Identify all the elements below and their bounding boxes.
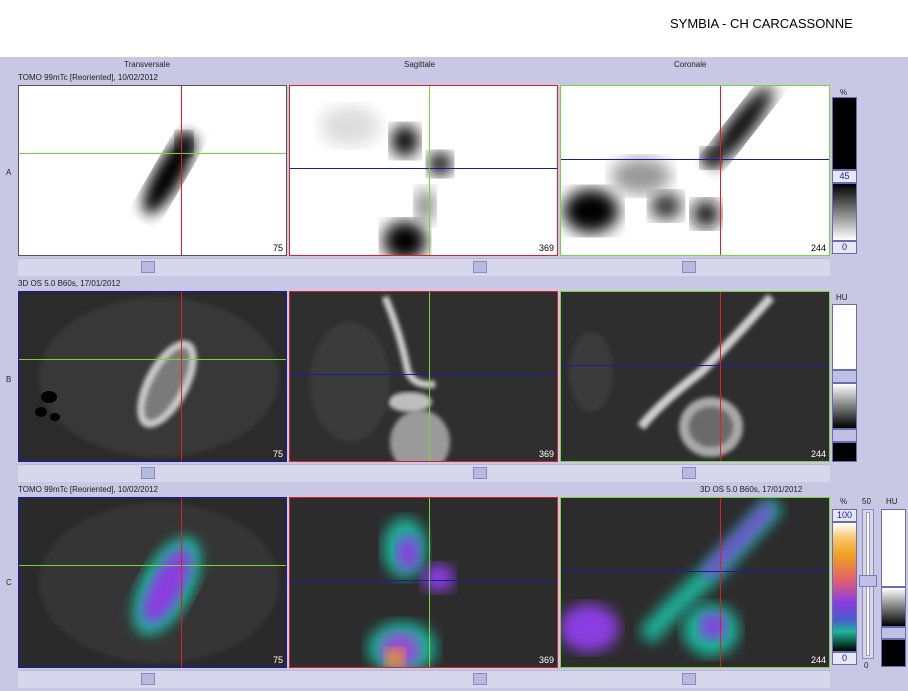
fusion-coronal-image bbox=[561, 498, 784, 656]
scale-a-unit: % bbox=[840, 88, 848, 97]
crosshair-vertical[interactable] bbox=[720, 86, 721, 255]
slice-slider-thumb[interactable] bbox=[682, 261, 696, 273]
scale-a-upper-bar[interactable] bbox=[832, 97, 857, 170]
slice-number: 369 bbox=[538, 449, 554, 459]
crosshair-vertical[interactable] bbox=[429, 86, 430, 255]
slice-slider-thumb[interactable] bbox=[473, 673, 487, 685]
slice-number: 244 bbox=[810, 243, 826, 253]
slice-number: 369 bbox=[538, 243, 554, 253]
row-b-scroll-strip[interactable] bbox=[18, 464, 830, 482]
view-b-coronale[interactable]: 244 bbox=[560, 291, 830, 462]
view-b-transversale[interactable]: 75 bbox=[18, 291, 287, 462]
blend-value: 50 bbox=[862, 497, 871, 506]
nm-transversal-image bbox=[143, 132, 195, 215]
slice-number: 244 bbox=[810, 449, 826, 459]
slice-slider-thumb[interactable] bbox=[682, 467, 696, 479]
row-a-scroll-strip[interactable] bbox=[18, 258, 830, 276]
slice-number: 75 bbox=[272, 449, 283, 459]
column-title-sagittale: Sagittale bbox=[404, 60, 436, 69]
slice-slider-thumb[interactable] bbox=[141, 673, 155, 685]
scale-c-hu-upper-bar[interactable] bbox=[881, 509, 906, 587]
scale-c-bottom-value[interactable]: 0 bbox=[832, 652, 857, 665]
row-b-series-label: 3D OS 5.0 B60s, 17/01/2012 bbox=[18, 279, 121, 288]
column-title-transversale: Transversale bbox=[124, 60, 170, 69]
scale-c-hu-gradient bbox=[881, 587, 906, 627]
crosshair-horizontal[interactable] bbox=[561, 571, 829, 572]
crosshair-horizontal[interactable] bbox=[290, 580, 557, 581]
crosshair-vertical[interactable] bbox=[181, 86, 182, 255]
crosshair-horizontal[interactable] bbox=[290, 168, 557, 169]
blend-min-value: 0 bbox=[864, 661, 869, 670]
nm-coronal-image bbox=[563, 86, 774, 233]
view-c-sagittale[interactable]: 369 bbox=[289, 497, 558, 668]
scale-a-gradient bbox=[832, 183, 857, 241]
report-header: SYMBIA - CH CARCASSONNE bbox=[0, 0, 908, 57]
view-a-transversale[interactable]: 75 bbox=[18, 85, 287, 256]
crosshair-vertical[interactable] bbox=[429, 292, 430, 461]
scale-b-lower-bar[interactable] bbox=[832, 442, 857, 462]
scale-a-top-value[interactable]: 45 bbox=[832, 170, 857, 183]
ct-sagittal-image bbox=[310, 295, 450, 461]
scale-b-upper-handle[interactable] bbox=[832, 370, 857, 383]
scale-c-unit: % bbox=[840, 497, 848, 506]
row-a-series-label: TOMO 99mTc [Reoriented], 10/02/2012 bbox=[18, 73, 158, 82]
scale-c-hu-lower-bar[interactable] bbox=[881, 639, 906, 667]
scale-b-upper-bar[interactable] bbox=[832, 304, 857, 370]
row-c-series-label: TOMO 99mTc [Reoriented], 10/02/2012 bbox=[18, 485, 158, 494]
view-a-sagittale[interactable]: 369 bbox=[289, 85, 558, 256]
crosshair-horizontal[interactable] bbox=[290, 374, 557, 375]
crosshair-horizontal[interactable] bbox=[19, 153, 286, 154]
crosshair-horizontal[interactable] bbox=[19, 359, 286, 360]
slice-number: 369 bbox=[538, 655, 554, 665]
crosshair-vertical[interactable] bbox=[181, 292, 182, 461]
scale-c-gradient bbox=[832, 522, 857, 652]
scale-b-lower-handle[interactable] bbox=[832, 429, 857, 442]
fusion-sagittal-image bbox=[368, 518, 454, 667]
view-b-sagittale[interactable]: 369 bbox=[289, 291, 558, 462]
scale-c-hu-unit: HU bbox=[886, 497, 898, 506]
crosshair-horizontal[interactable] bbox=[19, 565, 286, 566]
slice-number: 75 bbox=[272, 243, 283, 253]
slice-number: 75 bbox=[272, 655, 283, 665]
site-title: SYMBIA - CH CARCASSONNE bbox=[670, 16, 853, 31]
crosshair-vertical[interactable] bbox=[181, 498, 182, 667]
row-a-letter: A bbox=[6, 168, 12, 177]
scale-b-unit: HU bbox=[836, 293, 848, 302]
crosshair-vertical[interactable] bbox=[720, 498, 721, 667]
ct-coronal-image bbox=[569, 294, 775, 457]
scale-a-bottom-value[interactable]: 0 bbox=[832, 241, 857, 254]
scale-c-top-value[interactable]: 100 bbox=[832, 509, 857, 522]
crosshair-vertical[interactable] bbox=[720, 292, 721, 461]
column-title-coronale: Coronale bbox=[674, 60, 707, 69]
crosshair-vertical[interactable] bbox=[429, 498, 430, 667]
view-c-coronale[interactable]: 244 bbox=[560, 497, 830, 668]
slice-number: 244 bbox=[810, 655, 826, 665]
scale-c-hu-handle[interactable] bbox=[881, 627, 906, 639]
slice-slider-thumb[interactable] bbox=[141, 467, 155, 479]
view-a-coronale[interactable]: 244 bbox=[560, 85, 830, 256]
slice-slider-thumb[interactable] bbox=[141, 261, 155, 273]
row-c-series-label-right: 3D OS 5.0 B60s, 17/01/2012 bbox=[700, 485, 803, 494]
ct-transversal-image bbox=[35, 297, 279, 457]
view-c-transversale[interactable]: 75 bbox=[18, 497, 287, 668]
nm-sagittal-image bbox=[320, 106, 452, 255]
fusion-transversal-image bbox=[39, 503, 279, 663]
blend-slider-thumb[interactable] bbox=[859, 575, 877, 587]
crosshair-horizontal[interactable] bbox=[561, 365, 829, 366]
row-b-letter: B bbox=[6, 375, 12, 384]
slice-slider-thumb[interactable] bbox=[682, 673, 696, 685]
scale-b-gradient bbox=[832, 383, 857, 429]
slice-slider-thumb[interactable] bbox=[473, 261, 487, 273]
row-c-letter: C bbox=[6, 578, 12, 587]
crosshair-horizontal[interactable] bbox=[561, 159, 829, 160]
row-c-scroll-strip[interactable] bbox=[18, 670, 830, 688]
slice-slider-thumb[interactable] bbox=[473, 467, 487, 479]
